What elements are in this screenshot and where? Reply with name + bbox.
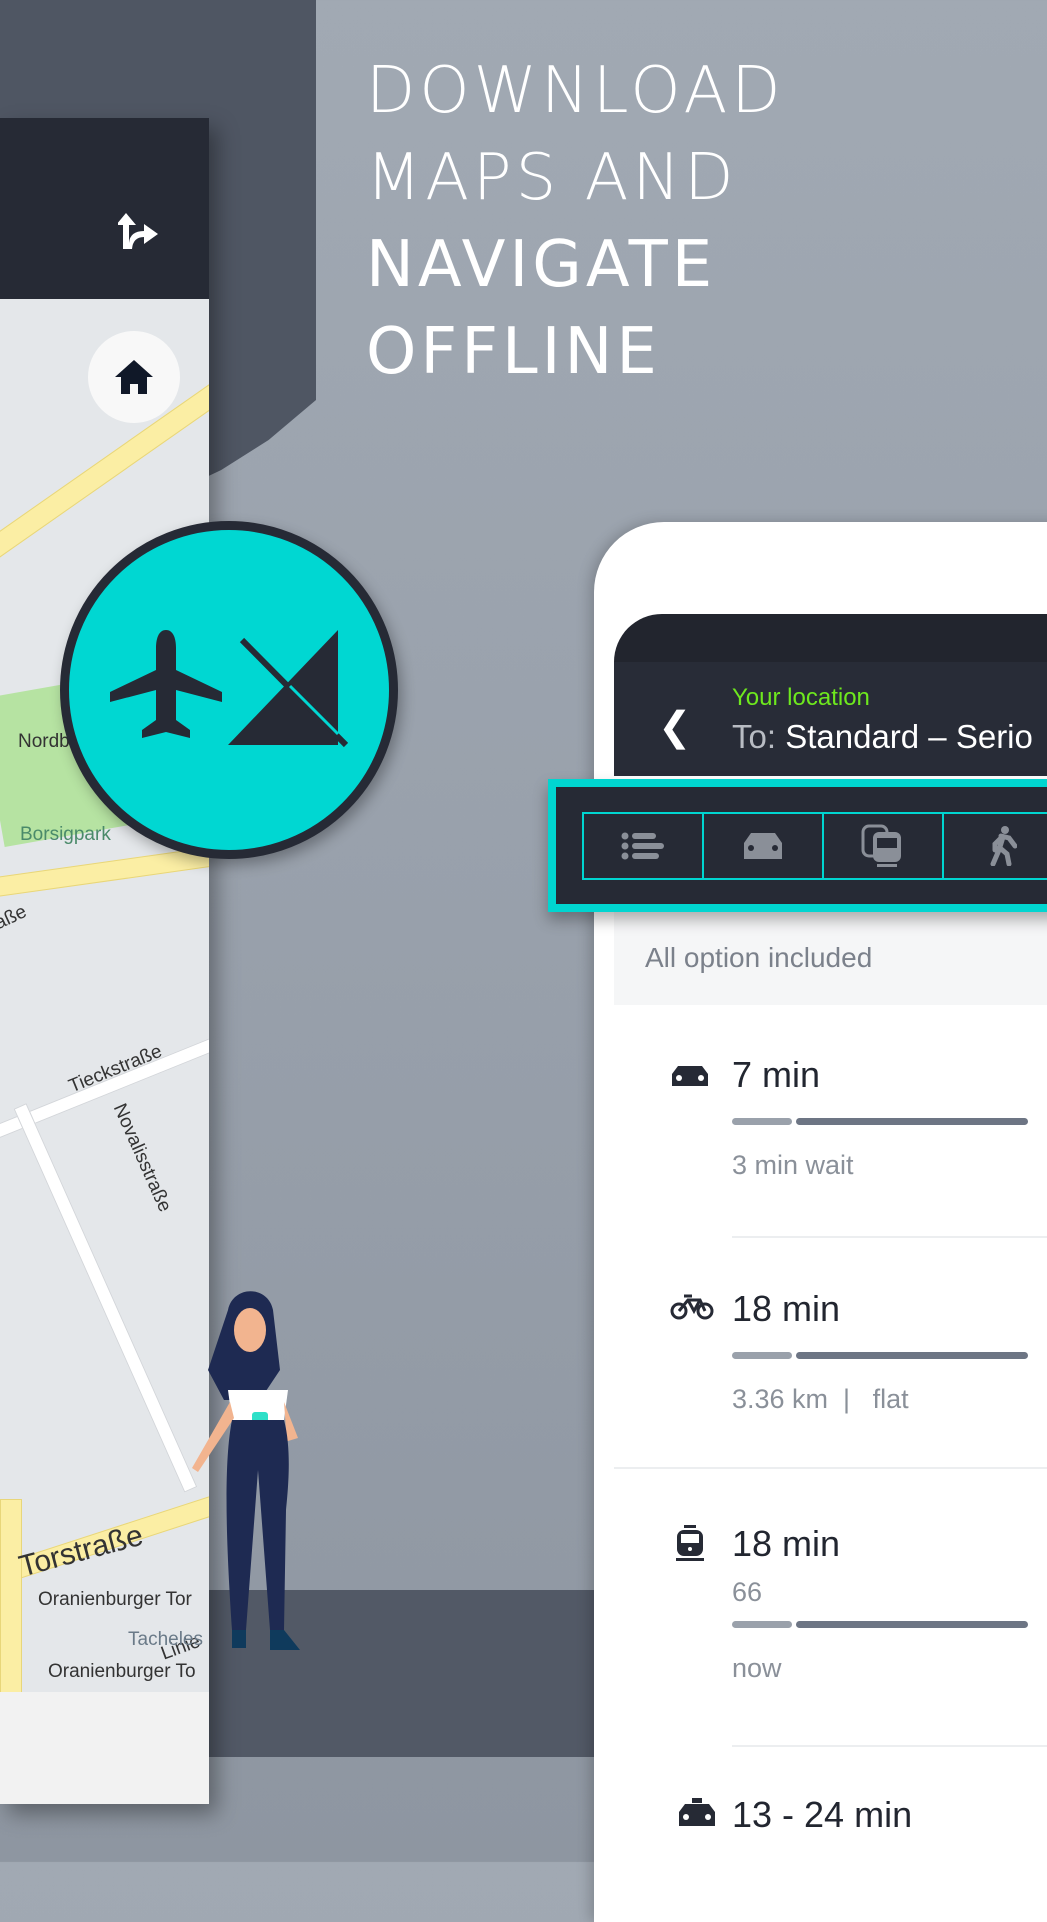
option-timeline xyxy=(732,1352,1028,1359)
option-duration: 7 min xyxy=(732,1054,821,1095)
map-label: Borsigpark xyxy=(20,824,111,845)
origin-label[interactable]: Your location xyxy=(732,684,870,712)
transport-mode-bar xyxy=(548,779,1047,912)
option-timeline xyxy=(732,1621,1028,1628)
no-signal-icon xyxy=(228,630,348,748)
option-duration: 18 min xyxy=(732,1523,841,1564)
option-detail: 3 min wait xyxy=(732,1150,854,1180)
headline-line: DOWNLOAD xyxy=(366,54,785,128)
tab-all[interactable] xyxy=(584,814,704,878)
divider xyxy=(614,1467,1047,1469)
car-icon xyxy=(672,1066,708,1086)
option-detail: 3.36 km | flat xyxy=(732,1384,909,1414)
map-label: aße xyxy=(0,901,30,935)
tab-car[interactable] xyxy=(704,814,824,878)
status-bar xyxy=(614,614,1047,662)
map-label: Nordb xyxy=(18,731,70,752)
headline-line: NAVIGATE xyxy=(366,228,717,302)
map-label: Torstraße xyxy=(15,1518,147,1584)
option-line-number: 66 xyxy=(732,1577,763,1607)
map-label: Novalisstraße xyxy=(108,1100,176,1216)
person-illustration xyxy=(192,1291,300,1650)
back-button[interactable]: ❮ xyxy=(658,704,692,750)
destination-prefix: To: xyxy=(732,718,777,755)
map-view[interactable]: Nordb No Borsigpark aße Tieckstraße Nova… xyxy=(0,299,209,1692)
tram-icon xyxy=(676,1525,704,1561)
map-footer xyxy=(0,1692,209,1804)
divider xyxy=(732,1236,1047,1238)
divider xyxy=(732,1745,1047,1747)
map-header xyxy=(0,118,209,299)
offline-badge xyxy=(60,521,398,859)
airplane-icon xyxy=(110,630,222,738)
option-timeline xyxy=(732,1118,1028,1125)
headline-line: OFFLINE xyxy=(366,315,661,389)
destination-label[interactable]: To: Standard – Serio xyxy=(732,718,1033,756)
public-transport-icon xyxy=(861,824,901,867)
map-phone: Nordb No Borsigpark aße Tieckstraße Nova… xyxy=(0,118,209,1804)
home-icon xyxy=(115,360,153,394)
taxi-icon xyxy=(679,1798,715,1826)
filter-label: All option included xyxy=(645,942,873,973)
destination-name: Standard – Serio xyxy=(785,718,1033,755)
tab-public-transport[interactable] xyxy=(824,814,944,878)
option-detail: now xyxy=(732,1653,782,1683)
option-duration: 18 min xyxy=(732,1288,841,1329)
home-button[interactable] xyxy=(88,331,180,423)
directions-icon[interactable] xyxy=(118,213,168,253)
option-duration: 13 - 24 min xyxy=(732,1794,913,1835)
map-label: Oranienburger To xyxy=(48,1661,196,1682)
headline-line: MAPS AND xyxy=(366,141,738,215)
bike-icon xyxy=(670,1294,714,1320)
walk-icon xyxy=(990,826,1017,866)
car-icon xyxy=(744,833,782,859)
tab-walk[interactable] xyxy=(944,814,1047,878)
map-label: Oranienburger Tor xyxy=(38,1589,192,1610)
headline: DOWNLOAD MAPS AND NAVIGATE OFFLINE xyxy=(366,48,785,396)
list-icon xyxy=(621,832,664,860)
